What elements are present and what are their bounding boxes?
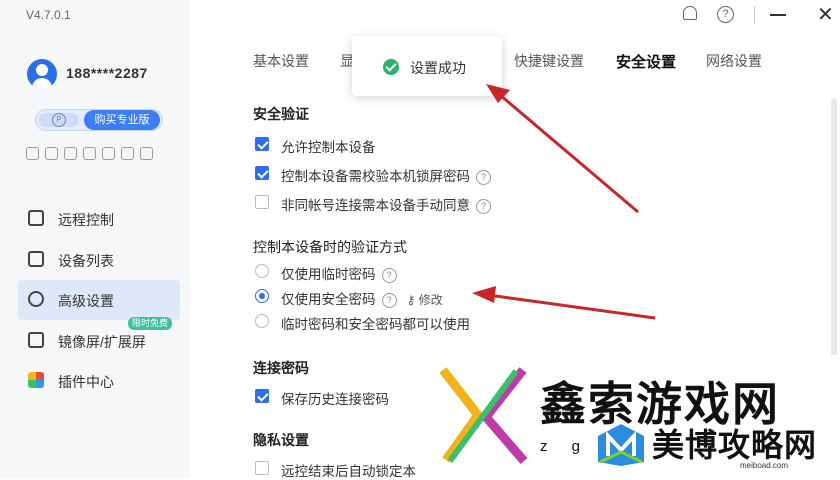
- annotation-arrow: [486, 84, 639, 214]
- watermark-logo-icon: [439, 367, 528, 464]
- annotation-arrow: [472, 286, 656, 320]
- watermark-zg: z g: [540, 438, 591, 455]
- watermark-url: meiboad.com: [740, 461, 789, 470]
- watermark-m-icon: [598, 424, 644, 466]
- watermark-subtitle: 美博攻略网: [652, 427, 818, 463]
